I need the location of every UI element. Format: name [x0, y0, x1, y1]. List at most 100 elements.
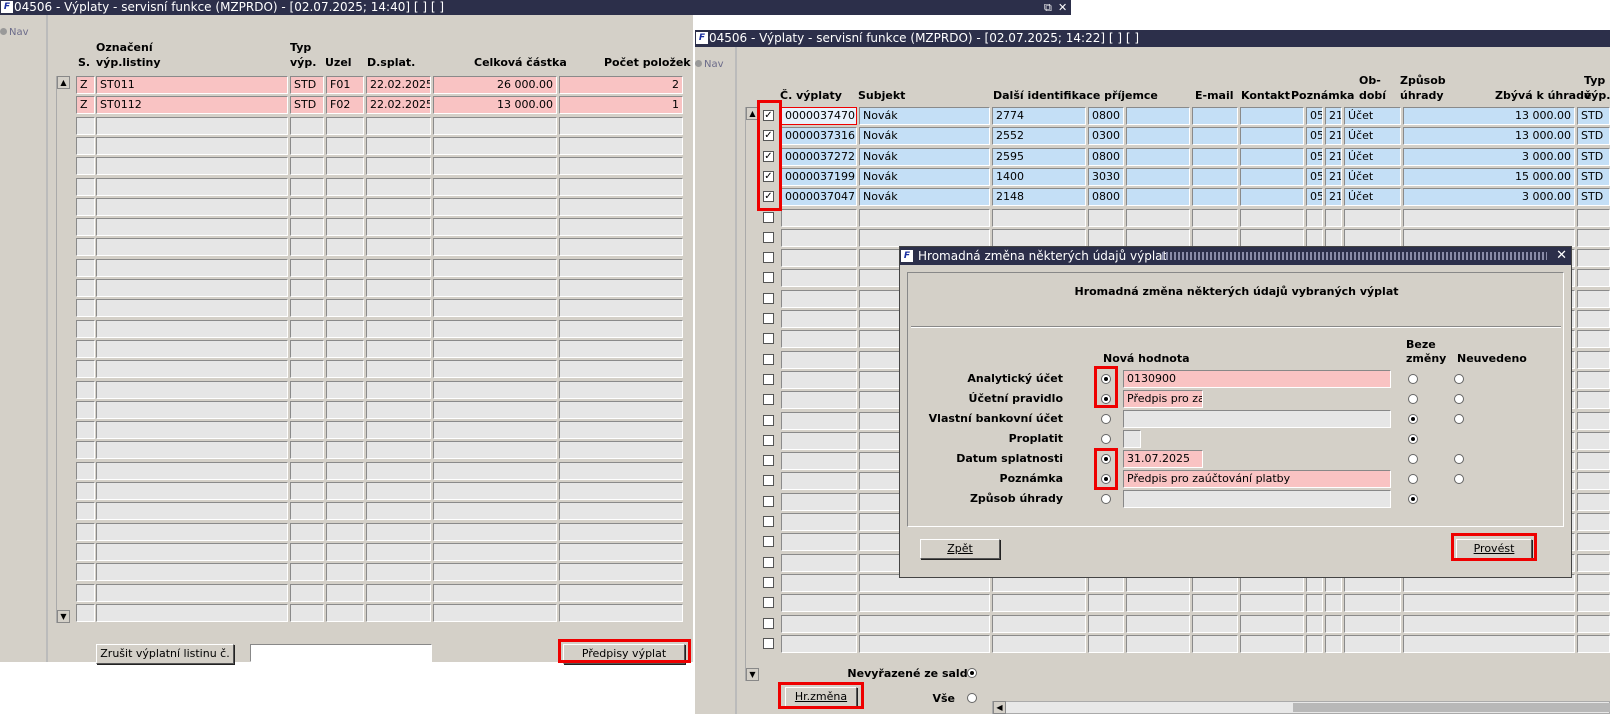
right-cell-typ[interactable]: [1577, 573, 1610, 592]
left-cell-s[interactable]: [76, 502, 95, 521]
right-cell-kontakt[interactable]: [1192, 127, 1238, 146]
right-cell-id1[interactable]: 2774: [992, 107, 1086, 125]
left-cell-oznaceni[interactable]: [96, 157, 288, 176]
right-cell-cislo[interactable]: [781, 330, 857, 349]
left-cell-dsplat[interactable]: [366, 603, 431, 622]
right-cell-id1[interactable]: 2552: [992, 127, 1086, 146]
right-cell-typ[interactable]: [1577, 330, 1610, 349]
right-cell-ob2[interactable]: 21: [1325, 167, 1342, 186]
row-checkbox[interactable]: [763, 475, 774, 487]
right-cell-id2[interactable]: [1088, 594, 1124, 613]
field-value-input[interactable]: [1123, 430, 1141, 448]
beze-zmeny-radio[interactable]: [1408, 434, 1418, 444]
left-cell-oznaceni[interactable]: [96, 421, 288, 440]
left-cell-typ[interactable]: [290, 136, 324, 155]
right-cell-zpusob[interactable]: Účet: [1344, 167, 1401, 186]
dialog-close-icon[interactable]: ✕: [1556, 247, 1567, 265]
left-cell-s[interactable]: [76, 238, 95, 257]
left-cell-uzel[interactable]: [326, 238, 364, 257]
left-cell-typ[interactable]: [290, 157, 324, 176]
right-cell-zbyva[interactable]: [1403, 634, 1575, 653]
scroll-thumb[interactable]: [1293, 703, 1610, 712]
nevyrazene-radio[interactable]: [967, 668, 977, 678]
left-cell-typ[interactable]: [290, 279, 324, 297]
beze-zmeny-radio[interactable]: [1408, 414, 1418, 424]
right-cell-zbyva[interactable]: [1403, 228, 1575, 247]
left-cell-uzel[interactable]: [326, 177, 364, 196]
left-cell-castka[interactable]: [433, 279, 557, 297]
row-checkbox[interactable]: [763, 516, 774, 527]
right-cell-cislo[interactable]: [781, 269, 857, 288]
left-cell-oznaceni[interactable]: [96, 583, 288, 602]
right-cell-ob2[interactable]: 21: [1325, 127, 1342, 146]
left-cell-castka[interactable]: [433, 136, 557, 155]
left-cell-pocet[interactable]: [559, 482, 683, 500]
row-checkbox[interactable]: [763, 252, 774, 264]
left-cell-dsplat[interactable]: [366, 299, 431, 318]
left-cell-oznaceni[interactable]: [96, 603, 288, 622]
right-cell-ob1[interactable]: 05: [1306, 188, 1323, 207]
left-cell-typ[interactable]: [290, 319, 324, 338]
right-cell-subjekt[interactable]: [859, 594, 990, 613]
left-cell-castka[interactable]: [433, 238, 557, 257]
horizontal-scrollbar[interactable]: ◀: [992, 701, 1610, 714]
right-cell-email[interactable]: [1126, 594, 1190, 613]
left-cell-dsplat[interactable]: [366, 380, 431, 399]
restore-icon[interactable]: ⧉: [1044, 0, 1052, 15]
neuvedeno-radio[interactable]: [1454, 414, 1464, 424]
left-cell-typ[interactable]: [290, 522, 324, 541]
left-scrollbar[interactable]: ▲ ▼: [56, 76, 70, 623]
left-cell-pocet[interactable]: [559, 197, 683, 216]
left-cell-oznaceni[interactable]: [96, 563, 288, 582]
left-cell-s[interactable]: [76, 116, 95, 135]
right-cell-ob1[interactable]: [1306, 208, 1323, 227]
left-cell-typ[interactable]: STD: [290, 76, 324, 94]
right-cell-id1[interactable]: [992, 594, 1086, 613]
left-cell-typ[interactable]: [290, 339, 324, 358]
left-cell-typ[interactable]: [290, 380, 324, 399]
right-cell-poznamka[interactable]: [1240, 147, 1304, 166]
left-cell-oznaceni[interactable]: [96, 197, 288, 216]
nova-hodnota-radio[interactable]: [1101, 434, 1111, 444]
left-cell-oznaceni[interactable]: [96, 299, 288, 318]
left-cell-typ[interactable]: [290, 441, 324, 460]
right-cell-id2[interactable]: 0800: [1088, 147, 1124, 166]
right-scrollbar[interactable]: ▲ ▼: [745, 107, 759, 681]
left-cell-castka[interactable]: [433, 116, 557, 135]
right-cell-typ[interactable]: STD: [1577, 107, 1610, 125]
close-icon[interactable]: ✕: [1058, 0, 1067, 15]
left-cell-oznaceni[interactable]: [96, 177, 288, 196]
left-nav-tab[interactable]: Nav: [0, 27, 29, 38]
right-cell-id2[interactable]: 0800: [1088, 188, 1124, 207]
left-cell-castka[interactable]: [433, 461, 557, 480]
left-cell-dsplat[interactable]: [366, 482, 431, 500]
right-cell-zpusob[interactable]: [1344, 208, 1401, 227]
right-cell-ob1[interactable]: [1306, 228, 1323, 247]
right-cell-typ[interactable]: [1577, 228, 1610, 247]
left-cell-oznaceni[interactable]: [96, 380, 288, 399]
left-cell-oznaceni[interactable]: [96, 279, 288, 297]
left-cell-pocet[interactable]: [559, 380, 683, 399]
vse-radio[interactable]: [967, 693, 977, 703]
left-cell-pocet[interactable]: [559, 461, 683, 480]
left-cell-dsplat[interactable]: [366, 360, 431, 379]
left-cell-castka[interactable]: [433, 502, 557, 521]
row-checkbox[interactable]: [763, 170, 774, 182]
right-cell-zbyva[interactable]: 3 000.00: [1403, 147, 1575, 166]
right-cell-cislo[interactable]: [781, 614, 857, 633]
nova-hodnota-radio[interactable]: [1101, 414, 1111, 424]
left-cell-oznaceni[interactable]: [96, 339, 288, 358]
left-cell-castka[interactable]: [433, 339, 557, 358]
right-cell-typ[interactable]: [1577, 350, 1610, 369]
right-cell-typ[interactable]: [1577, 492, 1610, 511]
right-cell-cislo[interactable]: [781, 370, 857, 389]
left-cell-s[interactable]: [76, 603, 95, 622]
left-cell-oznaceni[interactable]: [96, 441, 288, 460]
left-cell-dsplat[interactable]: [366, 583, 431, 602]
left-cell-typ[interactable]: [290, 421, 324, 440]
nova-hodnota-radio[interactable]: [1101, 474, 1111, 484]
nova-hodnota-radio[interactable]: [1101, 454, 1111, 464]
right-cell-cislo[interactable]: [781, 350, 857, 369]
right-cell-zpusob[interactable]: Účet: [1344, 127, 1401, 146]
right-cell-subjekt[interactable]: Novák: [859, 107, 990, 125]
